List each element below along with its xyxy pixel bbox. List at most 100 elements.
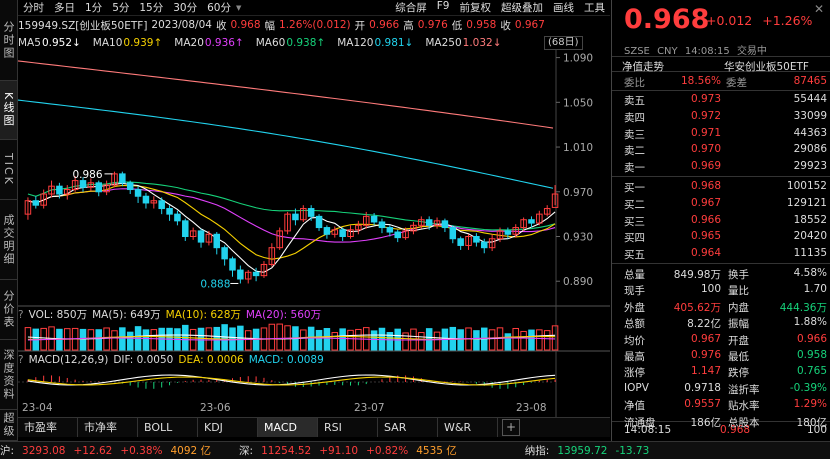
tab-trades[interactable]: 成交明细 — [0, 200, 17, 280]
indicator-tab-6[interactable]: SAR — [378, 418, 438, 437]
stat-label: 涨停 — [624, 367, 645, 380]
stat-label: 溢折率 — [728, 383, 760, 396]
tool-2[interactable]: 前复权 — [455, 0, 497, 15]
volume-bar — [244, 330, 252, 351]
tab-depth[interactable]: 深度资料 — [0, 340, 17, 410]
ma-item-ma20: MA200.936↑ — [174, 37, 249, 49]
candle-body — [32, 200, 40, 206]
indicator-tab-1[interactable]: 市净率 — [78, 418, 138, 437]
period-1[interactable]: 多日 — [49, 0, 80, 15]
y-axis-label: 1.090 — [563, 53, 593, 65]
volume-bar — [142, 329, 150, 351]
period-0[interactable]: 分时 — [18, 0, 49, 15]
macd-dea: DEA: 0.0006 — [178, 353, 244, 366]
sh-label: 沪: — [0, 445, 15, 457]
period-2[interactable]: 1分 — [80, 0, 107, 15]
candle-body — [119, 173, 126, 184]
stat-value: 186亿 — [690, 416, 721, 429]
close-icon[interactable]: ✕ — [814, 2, 824, 16]
volume-bar — [512, 327, 519, 351]
tool-5[interactable]: 工具 — [579, 0, 610, 15]
nasdaq-index: 13959.72 — [557, 444, 608, 457]
candle-body — [221, 247, 228, 260]
stat-value: 0.966 — [796, 332, 827, 345]
quote-line: 159949.SZ[创业板50ETF] 2023/08/04 收 0.968 幅… — [18, 17, 610, 33]
x-axis-label: 23-04 — [22, 402, 53, 414]
volume-bar — [457, 329, 464, 351]
bids-row: 买五 0.964 11135 — [612, 245, 830, 261]
nav-trend-link[interactable]: 净值走势 — [622, 59, 664, 74]
ma250-line — [18, 60, 554, 129]
volume-bar — [504, 333, 512, 351]
candle-body — [441, 220, 449, 229]
level-volume: 33099 — [793, 109, 827, 122]
indicator-tab-7[interactable]: W&R — [438, 418, 498, 437]
y-axis-label: 0.890 — [563, 276, 593, 288]
tab-kline[interactable]: K线图 — [0, 81, 17, 140]
volume-bar — [520, 330, 527, 351]
vol-ma5: MA(5): 649万 — [92, 309, 161, 321]
indicator-tab-2[interactable]: BOLL — [138, 418, 198, 437]
ma-value: 0.981↓ — [374, 36, 414, 49]
volume-bar — [488, 329, 496, 351]
close-icon[interactable]: ? — [18, 309, 24, 321]
tool-3[interactable]: 超级叠加 — [496, 0, 548, 15]
level-price: 0.969 — [690, 160, 721, 173]
day-range-selector[interactable]: (68日) — [544, 36, 583, 50]
indicator-tab-3[interactable]: KDJ — [198, 418, 258, 437]
period-4[interactable]: 15分 — [134, 0, 168, 15]
change-pct: +1.26% — [762, 13, 813, 28]
stat-label: 振幅 — [728, 318, 749, 331]
candle-body — [95, 182, 102, 193]
weibi-label: 委比 — [624, 77, 645, 89]
ma-item-ma120: MA1200.981↓ — [337, 37, 419, 49]
close2-label: 收 — [500, 19, 511, 32]
volume-bar — [370, 330, 378, 351]
tab-price-dist[interactable]: 分价表 — [0, 280, 17, 340]
sz-label: 深: — [239, 445, 254, 457]
etf-title-row: 净值走势 华安创业板50ETF — [612, 56, 830, 74]
candle-body — [166, 208, 173, 215]
period-6[interactable]: 60分 — [202, 0, 236, 15]
sh-amount: 4092 亿 — [170, 445, 212, 457]
asks-row: 卖四 0.972 33099 — [612, 108, 830, 124]
close2-value: 0.967 — [514, 19, 545, 31]
stat-label: 换手 — [728, 269, 749, 281]
toolbar-tools: 综合屏 F9 前复权 超级叠加 画线 工具 — [390, 0, 610, 15]
indicator-tab-0[interactable]: 市盈率 — [18, 418, 78, 437]
stat-row: 现手 100 量比 1.70 — [612, 281, 830, 297]
indicator-tab-4[interactable]: MACD — [258, 418, 318, 437]
candle-body — [237, 269, 244, 280]
close-icon[interactable]: ? — [18, 354, 24, 366]
volume-bar — [433, 331, 441, 351]
candle-body — [504, 230, 512, 235]
candle-body — [79, 180, 87, 188]
volume-bar — [79, 328, 87, 351]
stat-row: 总额 8.22亿 振幅 1.88% — [612, 314, 830, 330]
period-3[interactable]: 5分 — [107, 0, 134, 15]
stat-row: 均价 0.967 开盘 0.966 — [612, 331, 830, 347]
tab-intraday[interactable]: 分时图 — [0, 0, 17, 81]
tool-4[interactable]: 画线 — [548, 0, 579, 15]
tab-overview[interactable]: 超级 — [0, 410, 17, 441]
candle-body — [142, 195, 150, 204]
candle-body — [197, 230, 205, 243]
bids-row: 买四 0.965 20420 — [612, 228, 830, 244]
macd-legend: ? MACD(12,26,9) DIF: 0.0050 DEA: 0.0006 … — [18, 352, 610, 367]
tool-1[interactable]: F9 — [432, 0, 455, 15]
stat-value: 0.9718 — [684, 381, 721, 394]
level-price: 0.965 — [690, 230, 721, 243]
stat-value: 8.22亿 — [687, 318, 721, 331]
level-label: 买三 — [624, 215, 645, 228]
ma-name: MA120 — [337, 36, 374, 49]
period-5[interactable]: 30分 — [168, 0, 202, 15]
tab-tick[interactable]: TICK — [0, 140, 17, 200]
tool-0[interactable]: 综合屏 — [390, 0, 432, 15]
candle-body — [56, 185, 63, 195]
indicator-tab-5[interactable]: RSI — [318, 418, 378, 437]
stat-row: 外盘 405.62万 内盘 444.36万 — [612, 298, 830, 314]
level-price: 0.973 — [690, 93, 721, 105]
open-value: 0.966 — [369, 19, 400, 31]
stat-value: 4.58% — [793, 267, 827, 279]
add-indicator-icon[interactable]: + — [502, 419, 520, 436]
